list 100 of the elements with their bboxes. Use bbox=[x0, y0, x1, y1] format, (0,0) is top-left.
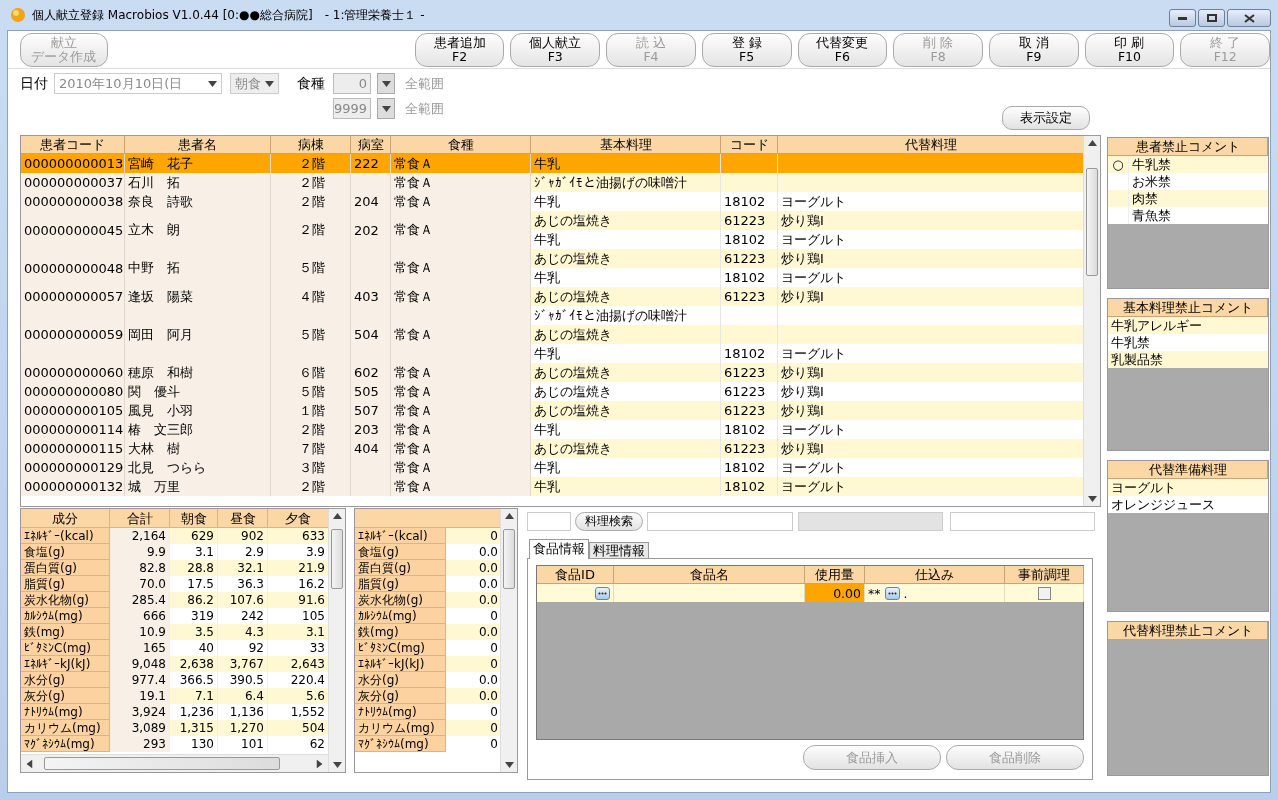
table-cell[interactable]: 000000000059 bbox=[21, 306, 125, 363]
table-cell[interactable]: 常食Ａ bbox=[391, 382, 531, 401]
table-cell[interactable]: 000000000132 bbox=[21, 477, 125, 496]
dish-search-button[interactable]: 料理検索 bbox=[575, 512, 643, 531]
down-arrow-icon[interactable] bbox=[1087, 496, 1097, 502]
down-arrow-icon[interactable] bbox=[504, 762, 514, 768]
table-cell[interactable]: ｼﾞｬｶﾞｲﾓと油揚げの味噌汁 bbox=[531, 173, 721, 192]
table-cell[interactable]: 000000000060 bbox=[21, 363, 125, 382]
table-cell[interactable]: 000000000105 bbox=[21, 401, 125, 420]
input-field[interactable] bbox=[950, 512, 1095, 531]
table-cell[interactable]: 炒り鶏Ⅰ bbox=[778, 439, 1083, 458]
table-cell[interactable]: 大林 樹 bbox=[125, 439, 271, 458]
list-item[interactable]: 牛乳禁 bbox=[1108, 334, 1268, 351]
tab[interactable]: 料理情報 bbox=[589, 542, 649, 559]
down-arrow-icon[interactable] bbox=[332, 762, 342, 768]
table-cell[interactable]: 常食Ａ bbox=[391, 287, 531, 306]
table-cell[interactable]: 000000000045 bbox=[21, 211, 125, 249]
table-cell[interactable]: 牛乳 bbox=[531, 458, 721, 477]
up-arrow-icon[interactable] bbox=[504, 513, 514, 519]
table-cell[interactable]: 000000000129 bbox=[21, 458, 125, 477]
table-cell[interactable]: 204 bbox=[351, 192, 391, 211]
table-cell[interactable]: ４階 bbox=[271, 287, 351, 306]
list-item[interactable]: 肉禁 bbox=[1108, 190, 1268, 207]
table-cell[interactable]: あじの塩焼き bbox=[531, 211, 721, 230]
list-item[interactable]: 牛乳アレルギー bbox=[1108, 317, 1268, 334]
table-cell[interactable]: 城 万里 bbox=[125, 477, 271, 496]
table-cell[interactable]: ７階 bbox=[271, 439, 351, 458]
table-cell[interactable]: 000000000048 bbox=[21, 249, 125, 287]
table-cell[interactable]: ５階 bbox=[271, 306, 351, 363]
table-cell[interactable]: 炒り鶏Ⅰ bbox=[778, 249, 1083, 268]
scrollbar-thumb[interactable] bbox=[1086, 168, 1098, 276]
display-settings-button[interactable]: 表示設定 bbox=[1002, 106, 1090, 130]
table-cell[interactable]: 203 bbox=[351, 420, 391, 439]
up-arrow-icon[interactable] bbox=[332, 513, 342, 519]
table-cell[interactable]: 風見 小羽 bbox=[125, 401, 271, 420]
table-cell[interactable]: 000000000080 bbox=[21, 382, 125, 401]
table-cell[interactable]: 石川 拓 bbox=[125, 173, 271, 192]
amount-cell[interactable]: 0.00 bbox=[805, 584, 865, 602]
scrollbar-thumb[interactable] bbox=[44, 757, 280, 770]
list-item[interactable]: 乳製品禁 bbox=[1108, 351, 1268, 368]
table-cell[interactable]: 000000000013 bbox=[21, 154, 125, 173]
table-cell[interactable]: 61223 bbox=[721, 401, 778, 420]
table-cell[interactable]: 常食Ａ bbox=[391, 192, 531, 211]
table-cell[interactable]: ５階 bbox=[271, 249, 351, 287]
table-cell[interactable]: あじの塩焼き bbox=[531, 249, 721, 268]
table-cell[interactable]: 504 bbox=[351, 306, 391, 363]
table-cell[interactable]: 奈良 詩歌 bbox=[125, 192, 271, 211]
table-cell[interactable]: 牛乳 bbox=[531, 154, 721, 173]
table-cell[interactable]: ２階 bbox=[271, 420, 351, 439]
table-cell[interactable]: 222 bbox=[351, 154, 391, 173]
table-cell[interactable]: あじの塩焼き bbox=[531, 363, 721, 382]
table-cell[interactable]: 61223 bbox=[721, 287, 778, 306]
spin-button[interactable] bbox=[377, 98, 395, 119]
table-cell[interactable]: 岡田 阿月 bbox=[125, 306, 271, 363]
left-arrow-icon[interactable] bbox=[26, 759, 33, 768]
table-cell[interactable]: ヨーグルト bbox=[778, 477, 1083, 496]
table-cell[interactable]: 202 bbox=[351, 211, 391, 249]
table-cell[interactable]: 炒り鶏Ⅰ bbox=[778, 211, 1083, 230]
vertical-scrollbar[interactable] bbox=[1083, 136, 1100, 506]
toolbar-button[interactable]: 患者追加 F2 bbox=[414, 32, 505, 67]
toolbar-button[interactable]: 個人献立 F3 bbox=[510, 32, 601, 67]
table-cell[interactable]: 牛乳 bbox=[531, 268, 721, 287]
table-cell[interactable]: 牛乳 bbox=[531, 477, 721, 496]
table-cell[interactable]: 炒り鶏Ⅰ bbox=[778, 401, 1083, 420]
table-cell[interactable]: 常食Ａ bbox=[391, 154, 531, 173]
list-item[interactable]: ヨーグルト bbox=[1108, 479, 1268, 496]
vertical-scrollbar[interactable] bbox=[500, 509, 517, 772]
table-cell[interactable]: ｼﾞｬｶﾞｲﾓと油揚げの味噌汁 bbox=[531, 306, 721, 325]
scrollbar-thumb[interactable] bbox=[331, 529, 343, 589]
close-button[interactable] bbox=[1227, 9, 1271, 27]
spin-button[interactable] bbox=[377, 73, 395, 94]
table-cell[interactable]: あじの塩焼き bbox=[531, 439, 721, 458]
table-cell[interactable]: ３階 bbox=[271, 458, 351, 477]
table-cell[interactable]: 常食Ａ bbox=[391, 363, 531, 382]
minimize-button[interactable] bbox=[1169, 9, 1196, 27]
table-cell[interactable]: 常食Ａ bbox=[391, 439, 531, 458]
toolbar-button[interactable]: 代替変更 F6 bbox=[797, 32, 888, 67]
tab[interactable]: 食品情報 bbox=[529, 539, 589, 559]
table-cell[interactable]: 中野 拓 bbox=[125, 249, 271, 287]
table-cell[interactable]: あじの塩焼き bbox=[531, 401, 721, 420]
table-cell[interactable]: 常食Ａ bbox=[391, 458, 531, 477]
table-cell[interactable]: あじの塩焼き bbox=[531, 325, 721, 344]
table-cell[interactable]: ２階 bbox=[271, 192, 351, 211]
table-cell[interactable]: 椿 文三郎 bbox=[125, 420, 271, 439]
right-arrow-icon[interactable] bbox=[316, 759, 323, 768]
table-cell[interactable]: 北見 つらら bbox=[125, 458, 271, 477]
scrollbar-thumb[interactable] bbox=[503, 529, 515, 589]
table-cell[interactable]: 61223 bbox=[721, 382, 778, 401]
table-cell[interactable]: 常食Ａ bbox=[391, 211, 531, 249]
table-cell[interactable]: 関 優斗 bbox=[125, 382, 271, 401]
table-cell[interactable]: 炒り鶏Ⅰ bbox=[778, 287, 1083, 306]
table-cell[interactable]: １階 bbox=[271, 401, 351, 420]
table-cell[interactable]: あじの塩焼き bbox=[531, 287, 721, 306]
toolbar-button[interactable]: 取 消 F9 bbox=[988, 32, 1079, 67]
vertical-scrollbar[interactable] bbox=[328, 509, 345, 772]
table-cell[interactable]: 000000000115 bbox=[21, 439, 125, 458]
table-cell[interactable]: 403 bbox=[351, 287, 391, 306]
input-field[interactable] bbox=[647, 512, 793, 531]
up-arrow-icon[interactable] bbox=[1087, 140, 1097, 146]
table-cell[interactable]: 宮崎 花子 bbox=[125, 154, 271, 173]
